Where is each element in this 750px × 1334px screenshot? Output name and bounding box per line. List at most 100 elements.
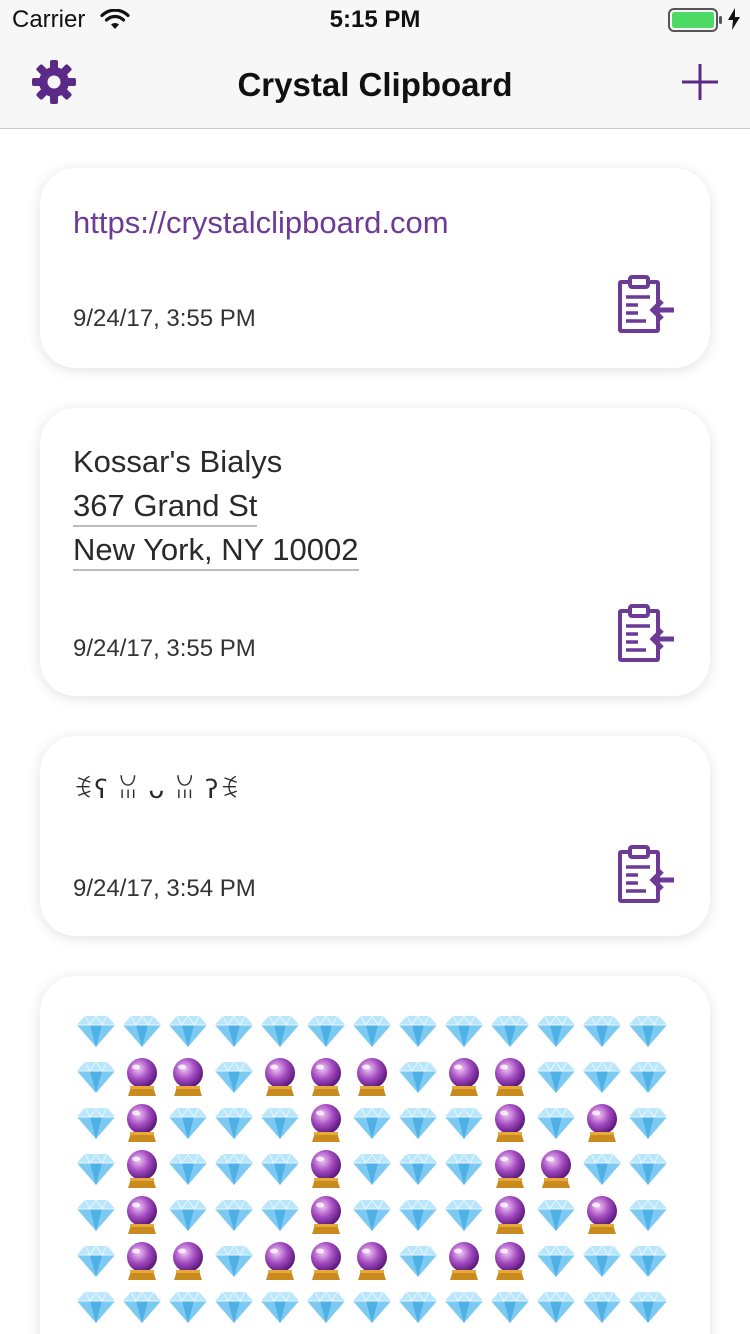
clipping-card[interactable]: [40, 976, 710, 1334]
gem-emoji: [119, 1284, 165, 1330]
gem-emoji: [73, 1192, 119, 1238]
crystal-ball-emoji: [303, 1238, 349, 1284]
gem-emoji: [211, 1238, 257, 1284]
gem-emoji: [533, 1238, 579, 1284]
crystal-ball-emoji: [441, 1054, 487, 1100]
gem-emoji: [349, 1192, 395, 1238]
gem-emoji: [165, 1100, 211, 1146]
gem-emoji: [257, 1008, 303, 1054]
gem-emoji: [625, 1238, 671, 1284]
crystal-ball-emoji: [579, 1100, 625, 1146]
crystal-ball-emoji: [165, 1054, 211, 1100]
gem-emoji: [395, 1284, 441, 1330]
clippings-list[interactable]: https://crystalclipboard.com 9/24/17, 3:…: [0, 129, 750, 1334]
clipping-date: 9/24/17, 3:54 PM: [73, 875, 256, 902]
gem-emoji: [211, 1008, 257, 1054]
crystal-ball-emoji: [487, 1238, 533, 1284]
page-title: Crystal Clipboard: [237, 66, 513, 103]
gem-emoji: [119, 1008, 165, 1054]
gem-emoji: [625, 1054, 671, 1100]
crystal-ball-emoji: [119, 1192, 165, 1238]
gem-emoji: [73, 1008, 119, 1054]
gem-emoji: [533, 1192, 579, 1238]
gem-emoji: [211, 1284, 257, 1330]
gem-emoji: [303, 1284, 349, 1330]
clipping-date: 9/24/17, 3:55 PM: [73, 635, 256, 662]
address-city-link[interactable]: New York, NY 10002: [73, 531, 359, 571]
copy-clipboard-icon[interactable]: [616, 273, 676, 335]
gem-emoji: [73, 1100, 119, 1146]
gem-emoji: [257, 1100, 303, 1146]
clipping-text: https://crystalclipboard.com: [73, 201, 677, 245]
gem-emoji: [625, 1008, 671, 1054]
crystal-ball-emoji: [165, 1238, 211, 1284]
address-street-link[interactable]: 367 Grand St: [73, 487, 258, 527]
crystal-ball-emoji: [579, 1192, 625, 1238]
gem-emoji: [579, 1284, 625, 1330]
gem-emoji: [625, 1100, 671, 1146]
gem-emoji: [579, 1238, 625, 1284]
gem-emoji: [533, 1100, 579, 1146]
gem-emoji: [257, 1146, 303, 1192]
crystal-ball-emoji: [303, 1100, 349, 1146]
plus-icon[interactable]: [680, 62, 720, 102]
crystal-ball-emoji: [487, 1054, 533, 1100]
crystal-ball-emoji: [487, 1100, 533, 1146]
gem-emoji: [441, 1008, 487, 1054]
gem-emoji: [625, 1192, 671, 1238]
gem-emoji: [441, 1284, 487, 1330]
crystal-ball-emoji: [119, 1100, 165, 1146]
gem-emoji: [441, 1146, 487, 1192]
gem-emoji: [395, 1192, 441, 1238]
gem-emoji: [257, 1192, 303, 1238]
crystal-ball-emoji: [487, 1192, 533, 1238]
gem-emoji: [395, 1008, 441, 1054]
battery-icon: [668, 8, 722, 32]
copy-clipboard-icon[interactable]: [616, 602, 676, 664]
clipping-link[interactable]: https://crystalclipboard.com: [73, 205, 449, 240]
clipping-text: ꉂʕ ꈍ ᴗ ꈍ ʔꉂ: [73, 766, 677, 812]
crystal-ball-emoji: [487, 1146, 533, 1192]
clock: 5:15 PM: [329, 6, 421, 33]
gem-emoji: [73, 1284, 119, 1330]
gem-emoji: [211, 1192, 257, 1238]
address-name: Kossar's Bialys: [73, 444, 283, 479]
crystal-ball-emoji: [119, 1054, 165, 1100]
crystal-ball-emoji: [303, 1192, 349, 1238]
crystal-ball-emoji: [257, 1054, 303, 1100]
gem-emoji: [625, 1284, 671, 1330]
gem-emoji: [625, 1146, 671, 1192]
crystal-ball-emoji: [119, 1146, 165, 1192]
gem-emoji: [533, 1008, 579, 1054]
crystal-ball-emoji: [533, 1146, 579, 1192]
gem-emoji: [395, 1054, 441, 1100]
gem-emoji: [533, 1284, 579, 1330]
gem-emoji: [257, 1284, 303, 1330]
clipping-card[interactable]: https://crystalclipboard.com 9/24/17, 3:…: [40, 168, 710, 368]
gem-emoji: [533, 1054, 579, 1100]
clipping-card[interactable]: ꉂʕ ꈍ ᴗ ꈍ ʔꉂ 9/24/17, 3:54 PM: [40, 736, 710, 936]
gem-emoji: [349, 1146, 395, 1192]
crystal-ball-emoji: [441, 1238, 487, 1284]
kaomoji-text: ꉂʕ ꈍ ᴗ ꈍ ʔꉂ: [73, 775, 241, 805]
gem-emoji: [349, 1100, 395, 1146]
gem-emoji: [441, 1100, 487, 1146]
emoji-art-grid: [73, 1008, 671, 1330]
status-bar: Carrier 5:15 PM: [0, 0, 750, 40]
gem-emoji: [211, 1054, 257, 1100]
copy-clipboard-icon[interactable]: [616, 843, 676, 905]
gem-emoji: [73, 1054, 119, 1100]
gem-emoji: [73, 1146, 119, 1192]
gem-emoji: [395, 1238, 441, 1284]
gem-emoji: [441, 1192, 487, 1238]
gem-emoji: [211, 1146, 257, 1192]
crystal-ball-emoji: [349, 1054, 395, 1100]
gem-emoji: [303, 1008, 349, 1054]
gem-emoji: [165, 1146, 211, 1192]
clipping-card[interactable]: Kossar's Bialys 367 Grand St New York, N…: [40, 408, 710, 696]
navigation-bar: Crystal Clipboard: [0, 40, 750, 129]
crystal-ball-emoji: [119, 1238, 165, 1284]
gem-emoji: [579, 1054, 625, 1100]
gem-emoji: [211, 1100, 257, 1146]
gem-emoji: [349, 1284, 395, 1330]
